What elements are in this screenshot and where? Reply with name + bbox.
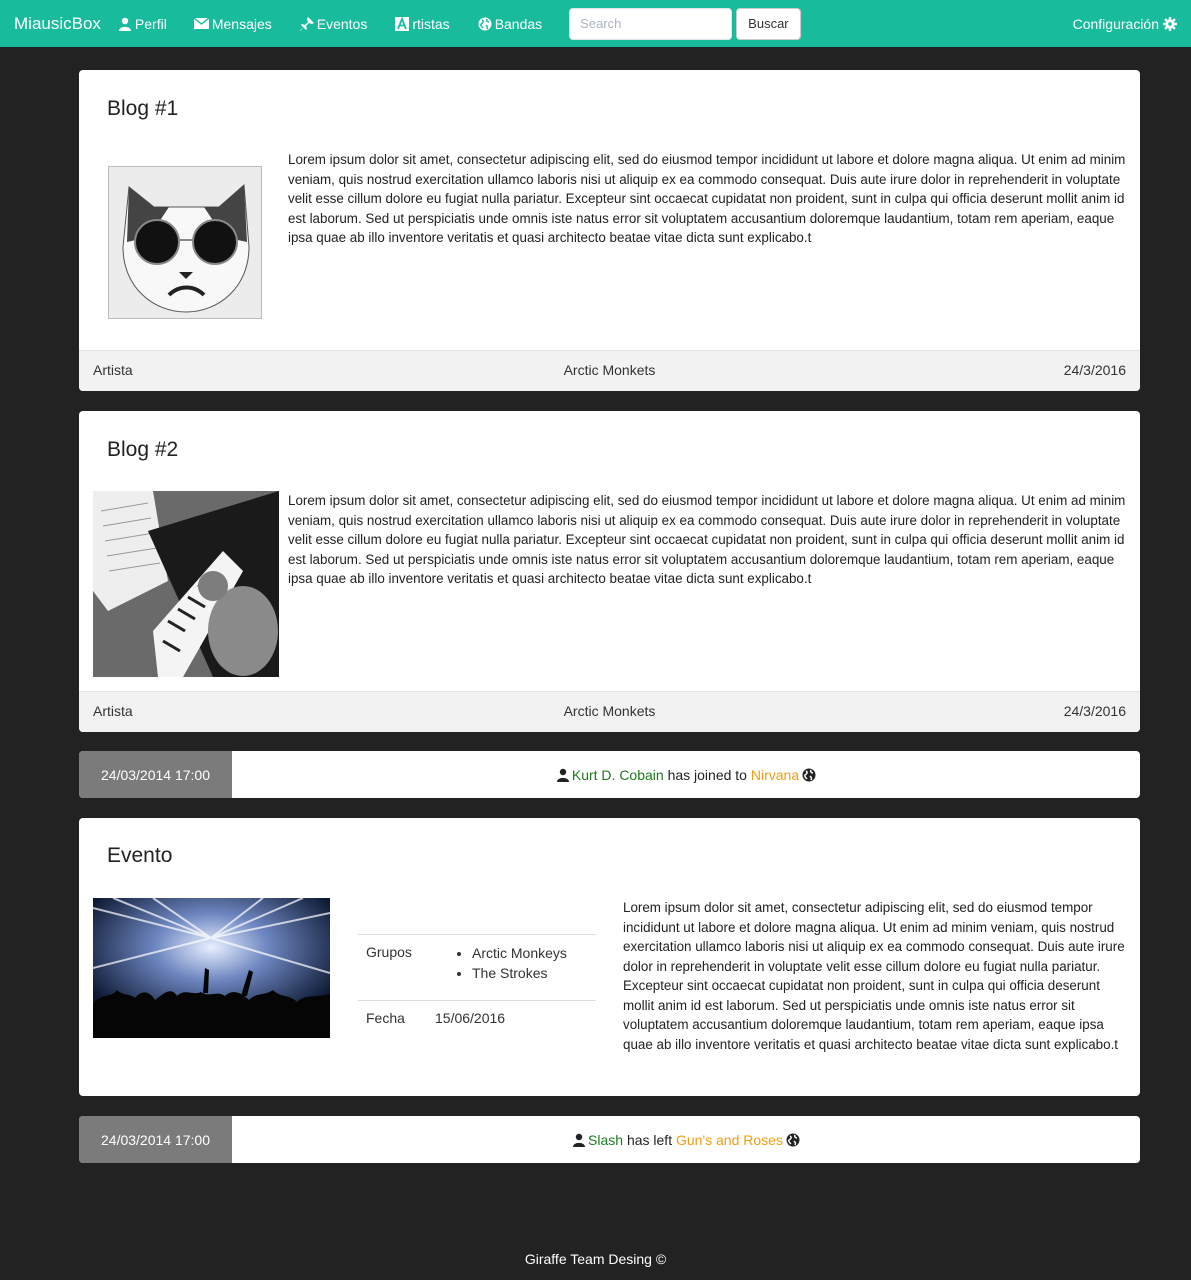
blog-footer: Artista Arctic Monkets 24/3/2016 [79,350,1140,391]
activity-timestamp: 24/03/2014 17:00 [79,1116,232,1163]
blog-title: Blog #2 [107,438,179,461]
event-groups-list: Arctic Monkeys The Strokes [472,943,567,983]
event-title: Evento [107,844,173,867]
blog-text: Lorem ipsum dolor sit amet, consectetur … [288,152,1126,245]
nav-perfil-label: Perfil [134,15,167,32]
blog-footer-artist: Arctic Monkets [563,362,656,378]
globe-icon [802,768,816,782]
activity-user-link[interactable]: Kurt D. Cobain [572,767,664,783]
event-groups-row: Grupos Arctic Monkeys The Strokes [358,934,596,1000]
event-group-item: The Strokes [472,963,567,983]
blog-panel-2: Blog #2 Lorem ipsum dolor sit amet, cons… [79,411,1140,732]
nav-mensajes[interactable]: Mensajes [194,16,272,32]
gear-icon [1163,16,1177,31]
user-icon [572,1133,586,1147]
user-icon [556,768,570,782]
event-image-concert [93,898,330,1038]
blog-title: Blog #1 [107,97,179,120]
search-input[interactable] [569,7,733,40]
navbar: MiausicBox Perfil Mensajes Eventos rtist… [0,0,1191,47]
brand-logo[interactable]: MiausicBox [14,14,101,34]
activity-band-link[interactable]: Gun's and Roses [676,1132,783,1148]
event-panel: Evento Grupos • Arctic Monkeys • The Str… [79,818,1140,1096]
event-details-table: Grupos Arctic Monkeys The Strokes Fecha … [358,934,596,1040]
blog-image-cat-piano [93,491,279,677]
event-date-label: Fecha [366,1010,405,1026]
nav-eventos[interactable]: Eventos [299,15,368,32]
nav-artistas-label: rtistas [412,15,450,32]
globe-icon [786,1133,800,1147]
event-text: Lorem ipsum dolor sit amet, consectetur … [623,900,1125,1052]
activity-row: 24/03/2014 17:00 Slash has left Gun's an… [79,1116,1140,1163]
activity-message: Slash has left Gun's and Roses [232,1116,1140,1163]
nav-bandas[interactable]: Bandas [477,16,542,32]
blog-footer-artist: Arctic Monkets [563,703,656,719]
globe-icon [477,17,493,31]
page-footer: Giraffe Team Desing © [524,1251,667,1267]
blog-panel-1: Blog #1 Lorem ipsum dolor sit amet, cons… [79,70,1140,391]
activity-action: has joined to [667,766,747,783]
envelope-icon [194,17,210,31]
nav-mensajes-label: Mensajes [211,15,272,32]
blog-text: Lorem ipsum dolor sit amet, consectetur … [288,493,1126,586]
event-groups-label: Grupos [366,944,412,960]
nav-artistas[interactable]: rtistas [394,15,450,32]
activity-row: 24/03/2014 17:00 Kurt D. Cobain has join… [79,751,1140,798]
activity-timestamp: 24/03/2014 17:00 [79,751,232,798]
config-link[interactable]: Configuración [1073,0,1177,47]
nav-bandas-label: Bandas [494,15,543,32]
nav-perfil[interactable]: Perfil [117,16,167,32]
activity-action: has left [626,1131,673,1148]
search-button[interactable]: Buscar [736,7,801,40]
blog-footer: Artista Arctic Monkets 24/3/2016 [79,691,1140,732]
user-icon [117,17,133,31]
blog-footer-date: 24/3/2016 [1063,703,1126,719]
activity-user-link[interactable]: Slash [588,1132,623,1148]
activity-band-link[interactable]: Nirvana [751,767,799,783]
pushpin-icon [299,16,315,31]
activity-message: Kurt D. Cobain has joined to Nirvana [232,751,1140,798]
event-date-value: 15/06/2016 [435,1010,506,1026]
blog-footer-date: 24/3/2016 [1063,362,1126,378]
config-label: Configuración [1072,15,1159,32]
nav-eventos-label: Eventos [316,15,368,32]
font-a-icon [394,16,410,31]
event-group-item: Arctic Monkeys [472,943,567,963]
blog-image-cat-sunglasses [108,166,262,319]
event-date-row: Fecha 15/06/2016 [358,1000,596,1040]
